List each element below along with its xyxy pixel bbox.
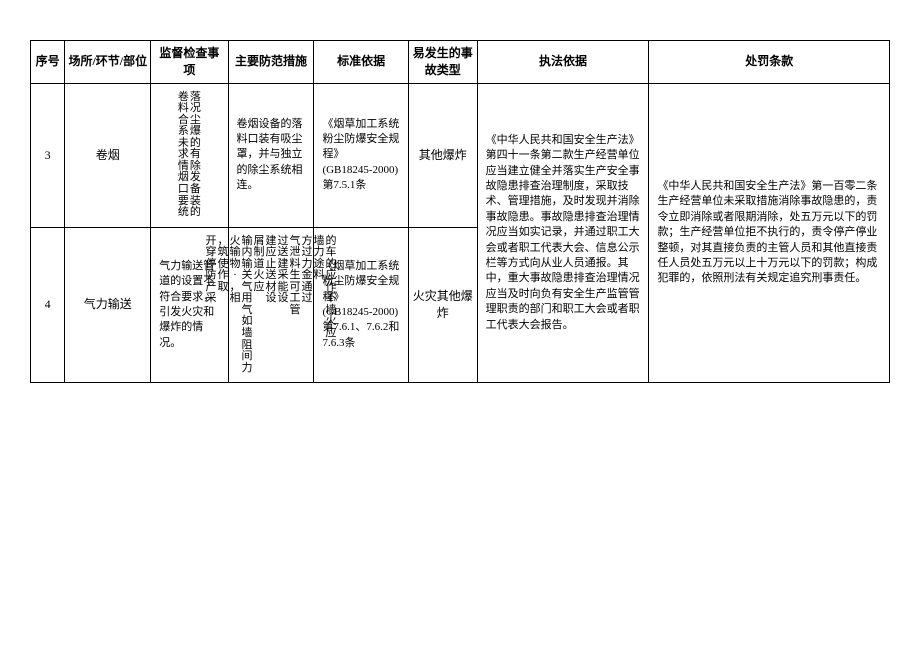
cell-standard: 《烟草加工系统粉尘防爆安全规程》 (GB18245-2000)第7.5.1条 (314, 83, 408, 227)
cell-law: 《中华人民共和国安全生产法》第四十一条第二款生产经营单位应当建立健全并落实生产安… (477, 83, 649, 383)
cell-accident: 其他爆炸 (408, 83, 477, 227)
cell-accident: 火灾其他爆炸 (408, 227, 477, 383)
cell-seq: 4 (31, 227, 65, 383)
header-accident: 易发生的事故类型 (408, 41, 477, 84)
standard-title: 《烟草加工系统粉尘防爆安全规程》 (322, 118, 399, 161)
header-place: 场所/环节/部位 (65, 41, 151, 84)
standard-code: (GB18245-2000)第7.6.1、7.6.2和7.6.3条 (322, 306, 399, 349)
cell-place: 卷烟 (65, 83, 151, 227)
cell-seq: 3 (31, 83, 65, 227)
standard-title: 《烟草加工系统粉尘防爆安全规程》 (322, 260, 399, 303)
cell-measure: 开穿停防产采，筑使作取火输物·，相输内输关气用气如墙阻间力屑制道火应建应止送材设… (228, 227, 314, 383)
cell-measure: 卷烟设备的落料口装有吸尘罩，并与独立的除尘系统相连。 (228, 83, 314, 227)
cell-penalty: 《中华人民共和国安全生产法》第一百零二条生产经营单位未采取措施消除事故隐患的，责… (649, 83, 890, 383)
standard-code: (GB18245-2000)第7.5.1条 (322, 164, 398, 191)
table-row: 3 卷烟 卷料合系未求情烟口要统落况尘爆的有除发备装的 卷烟设备的落料口装有吸尘… (31, 83, 890, 227)
header-penalty: 处罚条款 (649, 41, 890, 84)
cell-check: 卷料合系未求情烟口要统落况尘爆的有除发备装的 (151, 83, 228, 227)
header-standard: 标准依据 (314, 41, 408, 84)
header-seq: 序号 (31, 41, 65, 84)
header-check: 监督检查事项 (151, 41, 228, 84)
cell-place: 气力输送 (65, 227, 151, 383)
header-measure: 主要防范措施 (228, 41, 314, 84)
regulation-table: 序号 场所/环节/部位 监督检查事项 主要防范措施 标准依据 易发生的事故类型 … (30, 40, 890, 383)
header-row: 序号 场所/环节/部位 监督检查事项 主要防范措施 标准依据 易发生的事故类型 … (31, 41, 890, 84)
header-law: 执法依据 (477, 41, 649, 84)
